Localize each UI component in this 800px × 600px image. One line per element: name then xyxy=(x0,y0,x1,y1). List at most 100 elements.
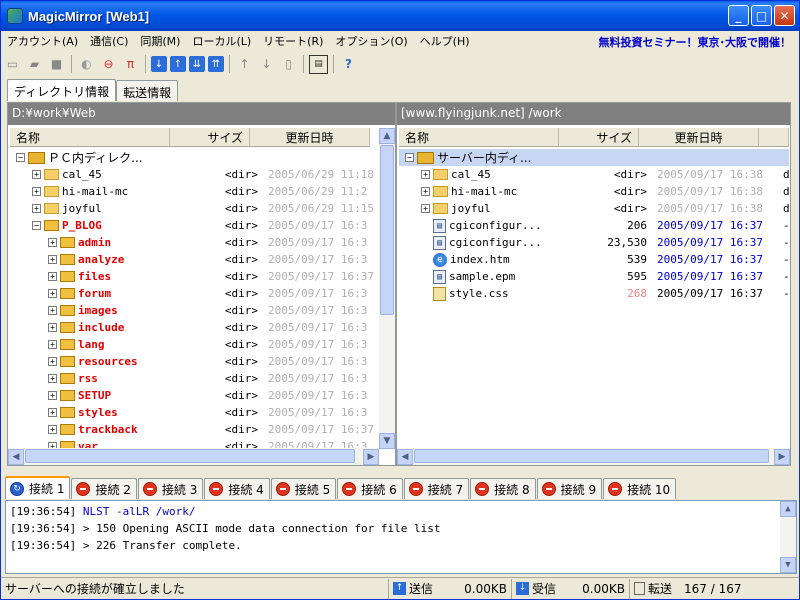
minimize-button[interactable]: _ xyxy=(728,5,749,26)
table-row[interactable]: + resources <dir> 2005/09/17 16:3 xyxy=(10,353,375,370)
expand-icon[interactable]: + xyxy=(48,255,57,264)
scroll-thumb[interactable] xyxy=(380,145,394,315)
expand-icon[interactable]: + xyxy=(48,425,57,434)
expand-icon[interactable]: + xyxy=(48,357,57,366)
collapse-icon[interactable]: − xyxy=(405,153,414,162)
table-row[interactable]: − サーバー内ディ... xyxy=(399,149,789,166)
title-bar[interactable]: MagicMirror [Web1] _ □ ✕ xyxy=(1,1,799,31)
open-icon[interactable]: ▰ xyxy=(25,55,44,74)
upload-all-icon[interactable]: ↑ xyxy=(170,56,186,72)
expand-icon[interactable]: + xyxy=(48,306,57,315)
scroll-thumb[interactable] xyxy=(25,449,355,463)
table-row[interactable]: ▤ sample.epm 595 2005/09/17 16:37 - xyxy=(399,268,789,285)
scroll-thumb[interactable] xyxy=(414,449,769,463)
scroll-left-button[interactable]: ◀ xyxy=(8,448,24,465)
scroll-up-button[interactable]: ▲ xyxy=(780,501,796,517)
local-hscroll[interactable]: ◀ ▶ xyxy=(8,448,379,465)
table-row[interactable]: + images <dir> 2005/09/17 16:3 xyxy=(10,302,375,319)
expand-icon[interactable]: + xyxy=(48,391,57,400)
col-name[interactable]: 名称 xyxy=(10,128,170,147)
table-row[interactable]: + hi-mail-mc <dir> 2005/06/29 11:2 xyxy=(10,183,375,200)
close-button[interactable]: ✕ xyxy=(774,5,795,26)
expand-icon[interactable]: + xyxy=(32,187,41,196)
table-row[interactable]: ▤ cgiconfigur... 206 2005/09/17 16:37 - xyxy=(399,217,789,234)
terminal-icon[interactable]: ▤ xyxy=(309,54,328,74)
col-date[interactable]: 更新日時 xyxy=(250,128,370,147)
table-row[interactable]: + joyful <dir> 2005/06/29 11:15 xyxy=(10,200,375,217)
table-row[interactable]: + cal_45 <dir> 2005/09/17 16:38 d xyxy=(399,166,789,183)
tab-connection-2[interactable]: 接続 2 xyxy=(71,478,137,499)
table-row[interactable]: + analyze <dir> 2005/09/17 16:3 xyxy=(10,251,375,268)
help-icon[interactable]: ? xyxy=(339,55,358,74)
disconnect-icon[interactable]: ⊖ xyxy=(99,55,118,74)
expand-icon[interactable]: + xyxy=(48,272,57,281)
table-row[interactable]: + SETUP <dir> 2005/09/17 16:3 xyxy=(10,387,375,404)
col-size[interactable]: サイズ xyxy=(170,128,250,147)
tab-transfer-info[interactable]: 転送情報 xyxy=(116,80,179,101)
remote-hscroll[interactable]: ◀ ▶ xyxy=(397,448,790,465)
download-icon[interactable]: ⇊ xyxy=(189,56,205,72)
table-row[interactable]: + files <dir> 2005/09/17 16:37 xyxy=(10,268,375,285)
tab-connection-4[interactable]: 接続 4 xyxy=(204,478,270,499)
expand-icon[interactable]: + xyxy=(48,323,57,332)
tab-connection-7[interactable]: 接続 7 xyxy=(403,478,470,499)
menu-item[interactable]: ヘルプ(H) xyxy=(414,33,476,49)
table-row[interactable]: + trackback <dir> 2005/09/17 16:37 xyxy=(10,421,375,438)
file-icon[interactable]: ▯ xyxy=(279,55,298,74)
menu-item[interactable]: ローカル(L) xyxy=(186,33,257,49)
table-row[interactable]: + include <dir> 2005/09/17 16:3 xyxy=(10,319,375,336)
tab-connection-10[interactable]: 接続 10 xyxy=(603,478,677,499)
collapse-icon[interactable]: − xyxy=(32,221,41,230)
tab-connection-1[interactable]: ↻ 接続 1 xyxy=(5,476,71,499)
down-folder-icon[interactable]: ↓ xyxy=(257,55,276,74)
table-row[interactable]: + rss <dir> 2005/09/17 16:3 xyxy=(10,370,375,387)
scroll-down-button[interactable]: ▼ xyxy=(379,433,395,449)
tab-connection-5[interactable]: 接続 5 xyxy=(270,478,337,499)
table-row[interactable]: + cal_45 <dir> 2005/06/29 11:18 xyxy=(10,166,375,183)
table-row[interactable]: e index.htm 539 2005/09/17 16:37 - xyxy=(399,251,789,268)
table-row[interactable]: + lang <dir> 2005/09/17 16:3 xyxy=(10,336,375,353)
tab-directory-info[interactable]: ディレクトリ情報 xyxy=(7,79,117,101)
maximize-button[interactable]: □ xyxy=(751,5,772,26)
table-row[interactable]: + forum <dir> 2005/09/17 16:3 xyxy=(10,285,375,302)
expand-icon[interactable]: + xyxy=(32,204,41,213)
col-date[interactable]: 更新日時 xyxy=(639,128,759,147)
expand-icon[interactable]: + xyxy=(32,170,41,179)
expand-icon[interactable]: + xyxy=(48,238,57,247)
scroll-up-button[interactable]: ▲ xyxy=(379,128,395,144)
up-folder-icon[interactable]: ↑ xyxy=(235,55,254,74)
menu-item[interactable]: 通信(C) xyxy=(84,33,134,49)
promo-link[interactable]: 無料投資セミナー！東京･大阪で開催！ xyxy=(599,34,792,50)
menu-item[interactable]: アカウント(A) xyxy=(1,33,84,49)
menu-item[interactable]: オプション(O) xyxy=(329,33,413,49)
scroll-right-button[interactable]: ▶ xyxy=(363,448,379,465)
table-row[interactable]: − ＰＣ内ディレク... xyxy=(10,149,375,166)
expand-icon[interactable]: + xyxy=(48,374,57,383)
connect-icon[interactable]: ◐ xyxy=(77,55,96,74)
col-size[interactable]: サイズ xyxy=(559,128,639,147)
expand-icon[interactable]: + xyxy=(421,204,430,213)
menu-item[interactable]: 同期(M) xyxy=(134,33,186,49)
expand-icon[interactable]: + xyxy=(48,289,57,298)
collapse-icon[interactable]: − xyxy=(16,153,25,162)
col-name[interactable]: 名称 xyxy=(399,128,559,147)
save-icon[interactable]: ■ xyxy=(47,55,66,74)
expand-icon[interactable]: + xyxy=(48,408,57,417)
table-row[interactable]: + admin <dir> 2005/09/17 16:3 xyxy=(10,234,375,251)
scroll-left-button[interactable]: ◀ xyxy=(397,448,413,465)
expand-icon[interactable]: + xyxy=(48,340,57,349)
expand-icon[interactable]: + xyxy=(421,187,430,196)
table-row[interactable]: + styles <dir> 2005/09/17 16:3 xyxy=(10,404,375,421)
menu-item[interactable]: リモート(R) xyxy=(257,33,329,49)
col-attr[interactable] xyxy=(759,128,789,147)
upload-icon[interactable]: ↓ xyxy=(151,56,167,72)
tab-connection-9[interactable]: 接続 9 xyxy=(536,478,603,499)
scroll-down-button[interactable]: ▼ xyxy=(780,557,796,573)
table-row[interactable]: style.css 268 2005/09/17 16:37 - xyxy=(399,285,789,302)
tab-connection-6[interactable]: 接続 6 xyxy=(337,478,403,499)
local-vscroll[interactable]: ▲ ▼ xyxy=(379,128,395,449)
tab-connection-3[interactable]: 接続 3 xyxy=(137,478,204,499)
new-icon[interactable]: ▭ xyxy=(3,55,22,74)
table-row[interactable]: + hi-mail-mc <dir> 2005/09/17 16:38 d xyxy=(399,183,789,200)
expand-icon[interactable]: + xyxy=(421,170,430,179)
